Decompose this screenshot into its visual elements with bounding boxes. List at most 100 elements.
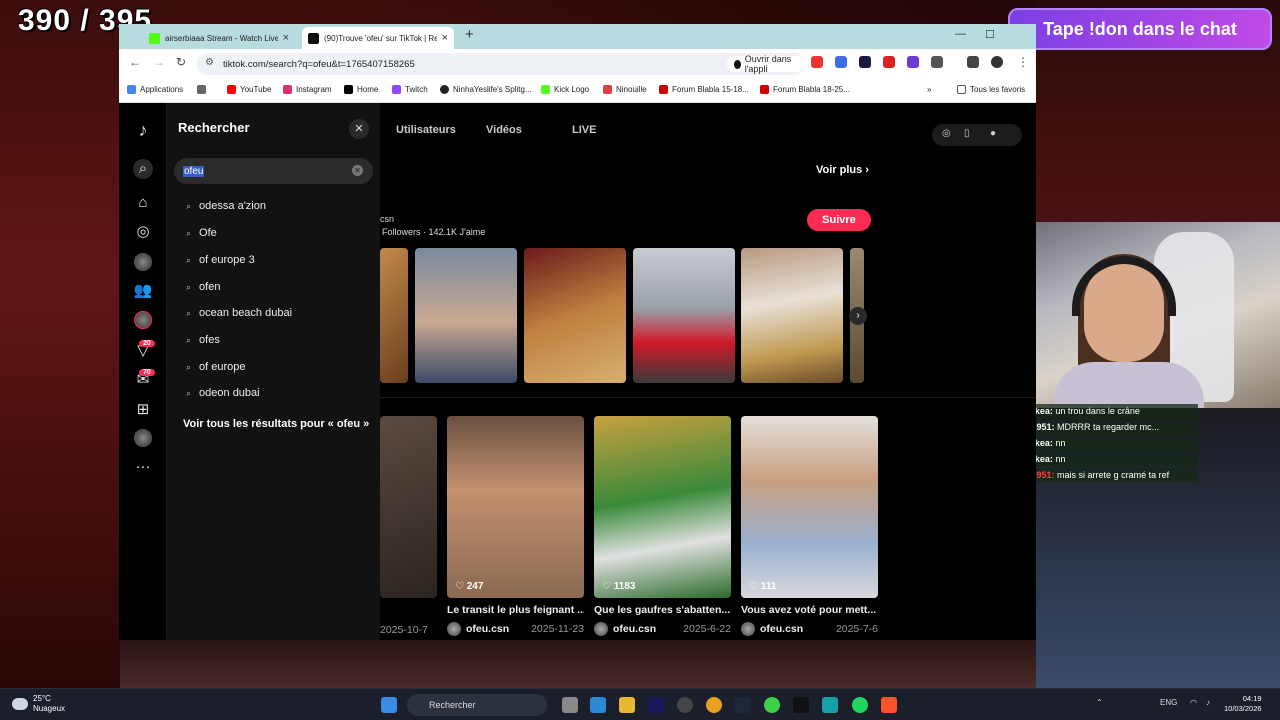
tab-tiktok-search[interactable]: (90)Trouve 'ofeu' sur TikTok | Re × [302, 27, 454, 49]
search-suggestion[interactable]: ⌕ odessa a'zion [186, 200, 266, 212]
taskbar-search[interactable]: Rechercher [407, 694, 547, 716]
close-tab-icon[interactable]: × [283, 32, 289, 44]
download-icon[interactable] [967, 56, 979, 68]
clear-search-icon[interactable]: ✕ [352, 165, 363, 176]
video-author[interactable]: ofeu.csn [613, 623, 683, 635]
app-icon[interactable] [590, 697, 606, 713]
search-suggestion[interactable]: ⌕ of europe [186, 361, 246, 373]
extension-icon[interactable] [859, 56, 871, 68]
tiktok-logo-icon[interactable]: ♪ [133, 120, 153, 140]
video-thumbnail[interactable]: ♡ 111 [741, 416, 878, 598]
upload-icon[interactable]: ⊞ [133, 400, 153, 420]
search-icon[interactable]: ⌕ [133, 159, 153, 179]
search-suggestion[interactable]: ⌕ odeon dubai [186, 387, 260, 399]
tab-videos[interactable]: Vidéos [486, 124, 522, 136]
extension-icon[interactable] [811, 56, 823, 68]
open-in-app-button[interactable]: Ouvrir dans l'appli [727, 54, 805, 74]
bookmark-item[interactable]: Ninouille [603, 85, 647, 94]
video-author[interactable]: ofeu.csn [466, 623, 531, 635]
extension-icon[interactable] [907, 56, 919, 68]
see-more-link[interactable]: Voir plus › [816, 164, 869, 176]
task-view-icon[interactable] [562, 697, 578, 713]
video-thumbnail[interactable] [380, 248, 408, 383]
tab-users[interactable]: Utilisateurs [396, 124, 456, 136]
all-bookmarks-folder[interactable]: Tous les favoris [957, 85, 1025, 94]
video-thumbnail[interactable]: ♡ 1183 [594, 416, 731, 598]
weather-widget[interactable]: 25°C Nuageux [12, 694, 65, 714]
more-icon[interactable]: ··· [133, 457, 153, 477]
bookmark-item[interactable]: NinhaYeslife's Splitg... [440, 85, 532, 94]
following-icon[interactable]: 👥 [133, 281, 153, 301]
forward-icon[interactable]: → [153, 55, 165, 69]
more-bookmarks-button[interactable]: » [927, 85, 931, 94]
video-card[interactable]: ♡ 1183 Que les gaufres s'abatten... ofeu… [594, 416, 731, 636]
phone-icon[interactable]: ▯ [964, 128, 970, 139]
follow-button[interactable]: Suivre [807, 209, 871, 231]
profile-icon[interactable] [991, 56, 1003, 68]
new-tab-button[interactable]: + [465, 26, 474, 43]
extension-icon[interactable] [883, 56, 895, 68]
video-thumbnail[interactable] [741, 248, 843, 383]
compass-icon[interactable]: ◎ [942, 128, 951, 139]
search-suggestion[interactable]: ⌕ ocean beach dubai [186, 307, 292, 319]
start-button[interactable] [381, 697, 397, 713]
app-icon[interactable] [822, 697, 838, 713]
language-indicator[interactable]: ENG [1160, 698, 1177, 707]
profile-avatar[interactable] [134, 429, 152, 447]
search-suggestion[interactable]: ⌕ Ofe [186, 227, 217, 239]
friends-avatar[interactable] [134, 311, 152, 329]
video-card[interactable]: 2025-10-7 [380, 416, 437, 636]
live-avatar[interactable] [134, 253, 152, 271]
file-explorer-icon[interactable] [619, 697, 635, 713]
bookmark-item[interactable] [197, 85, 206, 94]
back-icon[interactable]: ← [129, 55, 141, 69]
video-thumbnail[interactable] [415, 248, 517, 383]
clock[interactable]: 04:19 10/03/2026 [1224, 694, 1262, 714]
avatar[interactable]: ● [990, 128, 996, 139]
bookmark-item[interactable]: Forum Blabla 15-18... [659, 85, 749, 94]
tab-live[interactable]: LIVE [572, 124, 596, 136]
video-card[interactable]: ♡ 247 Le transit le plus feignant ... of… [447, 416, 584, 636]
bookmark-item[interactable]: Home [344, 85, 378, 94]
close-icon[interactable]: ✕ [349, 119, 369, 139]
home-icon[interactable]: ⌂ [133, 193, 153, 213]
carousel-next-button[interactable]: › [849, 307, 867, 325]
search-input[interactable]: ofeu ✕ [174, 158, 373, 184]
reload-icon[interactable]: ↻ [176, 55, 186, 69]
video-thumbnail[interactable] [633, 248, 735, 383]
tiktok-icon[interactable] [793, 697, 809, 713]
search-suggestion[interactable]: ⌕ ofen [186, 281, 220, 293]
bookmark-item[interactable]: Twitch [392, 85, 428, 94]
app-icon[interactable] [677, 697, 693, 713]
avatar[interactable] [447, 622, 461, 636]
spotify-icon[interactable] [852, 697, 868, 713]
app-icon[interactable] [764, 697, 780, 713]
menu-icon[interactable]: ⋮ [1017, 55, 1029, 69]
avatar[interactable] [594, 622, 608, 636]
volume-icon[interactable]: ♪ [1206, 698, 1210, 707]
search-suggestion[interactable]: ⌕ ofes [186, 334, 220, 346]
bookmark-item[interactable]: Kick Logo [541, 85, 589, 94]
tab-kick-stream[interactable]: airserbiaaa Stream - Watch Live × [143, 27, 295, 49]
premiere-icon[interactable] [648, 697, 664, 713]
video-author[interactable]: ofeu.csn [760, 623, 836, 635]
bookmark-item[interactable]: YouTube [227, 85, 271, 94]
video-title[interactable]: Que les gaufres s'abatten... [594, 604, 731, 616]
brave-icon[interactable] [881, 697, 897, 713]
explore-icon[interactable]: ◎ [133, 222, 153, 242]
bookmark-item[interactable]: Instagram [283, 85, 332, 94]
video-thumbnail[interactable] [380, 416, 437, 598]
search-suggestion[interactable]: ⌕ of europe 3 [186, 254, 255, 266]
steam-icon[interactable] [735, 697, 751, 713]
bookmark-item[interactable]: Forum Blabla 18-25... [760, 85, 850, 94]
site-info-icon[interactable]: ⚙ [205, 57, 214, 68]
bookmark-item[interactable]: Applications [127, 85, 183, 94]
video-thumbnail[interactable]: ♡ 247 [447, 416, 584, 598]
video-thumbnail[interactable] [524, 248, 626, 383]
avatar[interactable] [741, 622, 755, 636]
minimize-button[interactable]: — [955, 28, 966, 40]
maximize-button[interactable]: ☐ [985, 28, 995, 41]
video-title[interactable]: Le transit le plus feignant ... [447, 604, 584, 616]
video-title[interactable]: Vous avez voté pour mett... [741, 604, 878, 616]
wifi-icon[interactable]: ◠ [1190, 698, 1197, 707]
